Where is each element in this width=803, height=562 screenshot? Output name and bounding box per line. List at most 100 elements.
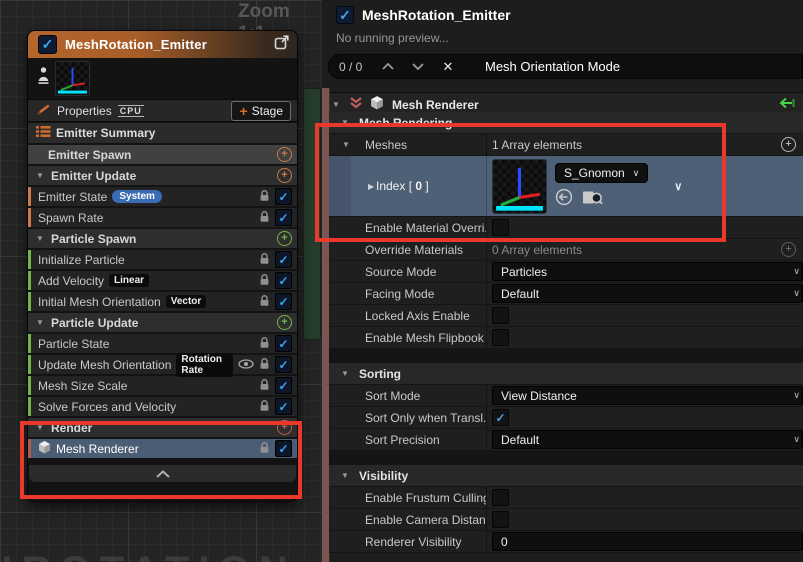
emitter-enabled-checkbox[interactable]: ✓ (38, 35, 57, 54)
add-module-icon[interactable]: + (277, 420, 292, 435)
stack-row-render[interactable]: ▼Render+ (28, 418, 297, 437)
use-selected-asset-icon[interactable] (555, 188, 573, 209)
module-row-solve-forces-and-velocity[interactable]: Solve Forces and Velocity✓ (28, 397, 297, 416)
collapse-stack-button[interactable] (29, 465, 296, 482)
dropdown-sort-mode[interactable]: View Distance∨ (492, 386, 803, 405)
property-row-sort-mode[interactable]: Sort ModeView Distance∨ (329, 385, 803, 406)
module-enabled-checkbox[interactable]: ✓ (275, 209, 292, 226)
category-row-visibility[interactable]: ▼Visibility (329, 465, 803, 486)
chevron-down-icon[interactable]: ▼ (36, 234, 46, 243)
module-row-add-velocity[interactable]: Add VelocityLinear✓ (28, 271, 297, 290)
property-checkbox[interactable] (492, 489, 509, 506)
property-checkbox[interactable] (492, 307, 509, 324)
lock-icon[interactable] (259, 378, 270, 394)
property-row-locked-axis-enable[interactable]: Locked Axis Enable (329, 305, 803, 326)
input-renderer-visibility[interactable]: 0 (492, 532, 803, 551)
mesh-thumbnail[interactable] (55, 61, 90, 96)
property-row-renderer-visibility[interactable]: Renderer Visibility0 (329, 531, 803, 552)
module-row-emitter-state[interactable]: Emitter StateSystem✓ (28, 187, 297, 206)
add-module-icon[interactable]: + (277, 315, 292, 330)
add-module-icon[interactable]: + (277, 231, 292, 246)
browse-to-asset-icon[interactable] (582, 188, 603, 209)
category-row-mesh-rendering[interactable]: ▼Mesh Rendering (329, 112, 803, 133)
property-row-sort-precision[interactable]: Sort PrecisionDefault∨ (329, 429, 803, 450)
emitter-enabled-checkbox-details[interactable]: ✓ (336, 6, 354, 24)
emitter-node[interactable]: ✓ MeshRotation_Emitter Properties CPU + … (27, 30, 298, 502)
add-module-icon[interactable]: + (277, 168, 292, 183)
emitter-node-header[interactable]: ✓ MeshRotation_Emitter (28, 31, 297, 58)
module-enabled-checkbox[interactable]: ✓ (275, 398, 292, 415)
add-array-element-icon[interactable]: + (781, 137, 796, 152)
chevron-right-icon[interactable]: ▶ (368, 182, 374, 191)
property-row-source-mode[interactable]: Source ModeParticles∨ (329, 261, 803, 282)
lock-icon[interactable] (259, 294, 270, 310)
stack-row-particle-spawn[interactable]: ▼Particle Spawn+ (28, 229, 297, 248)
module-row-update-mesh-orientation[interactable]: Update Mesh OrientationRotation Rate✓ (28, 355, 297, 374)
property-row-meshes[interactable]: ▼Meshes1 Array elements+ (329, 134, 803, 155)
property-row-override-materials[interactable]: Override Materials0 Array elements+ (329, 239, 803, 260)
add-module-icon[interactable]: + (277, 147, 292, 162)
property-checkbox[interactable] (492, 511, 509, 528)
module-enabled-checkbox[interactable]: ✓ (275, 188, 292, 205)
chevron-down-icon[interactable]: ▼ (332, 100, 342, 109)
open-emitter-icon[interactable] (274, 35, 289, 55)
search-close-icon[interactable]: ✕ (433, 59, 463, 75)
lock-icon[interactable] (259, 357, 270, 373)
module-enabled-checkbox[interactable]: ✓ (275, 293, 292, 310)
dropdown-sort-precision[interactable]: Default∨ (492, 430, 803, 449)
module-enabled-checkbox[interactable]: ✓ (275, 440, 292, 457)
chevron-down-icon[interactable]: ▼ (36, 171, 46, 180)
lock-icon[interactable] (259, 273, 270, 289)
property-checkbox[interactable] (492, 329, 509, 346)
lock-icon[interactable] (259, 252, 270, 268)
stack-row-emitter-update[interactable]: ▼Emitter Update+ (28, 166, 297, 185)
module-enabled-checkbox[interactable]: ✓ (275, 251, 292, 268)
mesh-asset-thumbnail[interactable] (492, 159, 547, 214)
property-row-enable-mesh-flipbook[interactable]: Enable Mesh Flipbook (329, 327, 803, 348)
module-row-particle-state[interactable]: Particle State✓ (28, 334, 297, 353)
stack-row-particle-update[interactable]: ▼Particle Update+ (28, 313, 297, 332)
chevron-down-icon[interactable]: ▼ (341, 118, 351, 127)
property-row-facing-mode[interactable]: Facing ModeDefault∨ (329, 283, 803, 304)
property-checkbox[interactable]: ✓ (492, 409, 509, 426)
dropdown-facing-mode[interactable]: Default∨ (492, 284, 803, 303)
niagara-graph-canvas[interactable]: Zoom 1:1 MESHROTATION_EMITTER ✓ MeshRota… (0, 0, 322, 562)
add-stage-button[interactable]: + Stage (231, 101, 291, 121)
module-row-initialize-particle[interactable]: Initialize Particle✓ (28, 250, 297, 269)
properties-row[interactable]: Properties CPU + Stage (28, 99, 297, 122)
chevron-down-icon[interactable]: ▼ (36, 318, 46, 327)
module-row-mesh-size-scale[interactable]: Mesh Size Scale✓ (28, 376, 297, 395)
chevron-down-icon[interactable]: ▼ (342, 140, 350, 149)
search-bar[interactable]: 0 / 0 ✕ Mesh Orientation Mode (328, 54, 803, 79)
chevron-down-icon[interactable]: ▼ (341, 369, 351, 378)
search-query-text[interactable]: Mesh Orientation Mode (485, 59, 620, 74)
lock-icon[interactable] (259, 189, 270, 205)
chevron-down-icon[interactable]: ∨ (674, 180, 682, 193)
eye-icon[interactable] (238, 358, 254, 372)
lock-icon[interactable] (259, 441, 270, 457)
add-array-element-icon[interactable]: + (781, 242, 796, 257)
property-row-sort-only-when-transl[interactable]: Sort Only when Transl...✓ (329, 407, 803, 428)
property-row-enable-frustum-culling[interactable]: Enable Frustum Culling (329, 487, 803, 508)
module-enabled-checkbox[interactable]: ✓ (275, 335, 292, 352)
module-row-initial-mesh-orientation[interactable]: Initial Mesh OrientationVector✓ (28, 292, 297, 311)
module-row-mesh-renderer[interactable]: Mesh Renderer✓ (28, 439, 297, 458)
chevron-down-icon[interactable]: ▼ (36, 423, 46, 432)
property-row-enable-material-overri[interactable]: Enable Material Overri... (329, 217, 803, 238)
lock-icon[interactable] (259, 210, 270, 226)
goto-source-icon[interactable] (778, 96, 795, 114)
stack-row-emitter-spawn[interactable]: Emitter Spawn+ (28, 145, 297, 164)
dropdown-source-mode[interactable]: Particles∨ (492, 262, 803, 281)
module-enabled-checkbox[interactable]: ✓ (275, 356, 292, 373)
search-next-icon[interactable] (403, 61, 433, 73)
mesh-array-entry-row[interactable]: ▶Index [ 0 ]S_Gnomon∨∨ (329, 156, 803, 216)
property-checkbox[interactable] (492, 219, 509, 236)
category-row-sorting[interactable]: ▼Sorting (329, 363, 803, 384)
lock-icon[interactable] (259, 399, 270, 415)
stack-row-emitter-summary[interactable]: Emitter Summary (28, 123, 297, 143)
search-prev-icon[interactable] (373, 61, 403, 73)
module-row-spawn-rate[interactable]: Spawn Rate✓ (28, 208, 297, 227)
asset-picker-dropdown[interactable]: S_Gnomon∨ (555, 163, 648, 183)
module-enabled-checkbox[interactable]: ✓ (275, 377, 292, 394)
property-row-enable-camera-distanc[interactable]: Enable Camera Distanc... (329, 509, 803, 530)
